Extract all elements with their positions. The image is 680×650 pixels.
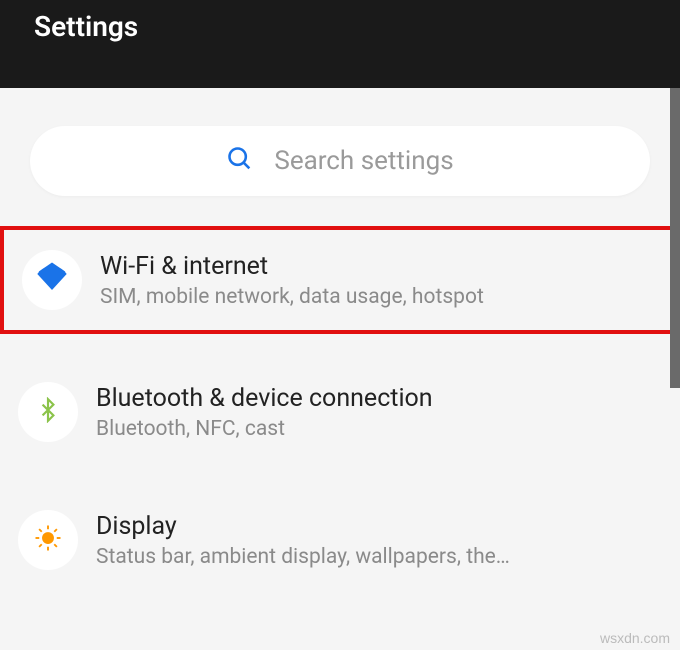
header: Settings (0, 0, 680, 88)
content: Search settings Wi-Fi & internet SIM, mo… (0, 88, 680, 650)
search-container: Search settings (0, 88, 680, 226)
divider (0, 462, 680, 490)
item-text: Bluetooth & device connection Bluetooth,… (96, 384, 662, 441)
search-icon (226, 145, 254, 177)
wifi-icon (36, 262, 68, 298)
item-subtitle: Status bar, ambient display, wallpapers,… (96, 545, 662, 569)
item-title: Wi-Fi & internet (100, 252, 658, 281)
brightness-icon (33, 523, 63, 557)
settings-item-display[interactable]: Display Status bar, ambient display, wal… (0, 490, 680, 590)
icon-circle (18, 510, 78, 570)
bluetooth-icon (35, 397, 61, 427)
watermark: wsxdn.com (600, 630, 670, 646)
page-title: Settings (34, 10, 138, 43)
search-bar[interactable]: Search settings (30, 126, 650, 196)
icon-circle (22, 250, 82, 310)
item-text: Wi-Fi & internet SIM, mobile network, da… (100, 252, 658, 309)
item-title: Bluetooth & device connection (96, 384, 662, 413)
icon-circle (18, 382, 78, 442)
item-subtitle: SIM, mobile network, data usage, hotspot (100, 285, 658, 309)
settings-item-bluetooth[interactable]: Bluetooth & device connection Bluetooth,… (0, 362, 680, 462)
divider (0, 334, 680, 362)
item-title: Display (96, 512, 662, 541)
item-subtitle: Bluetooth, NFC, cast (96, 417, 662, 441)
scrollbar[interactable] (670, 88, 680, 388)
search-placeholder: Search settings (274, 146, 453, 176)
settings-item-wifi[interactable]: Wi-Fi & internet SIM, mobile network, da… (0, 226, 680, 334)
item-text: Display Status bar, ambient display, wal… (96, 512, 662, 569)
